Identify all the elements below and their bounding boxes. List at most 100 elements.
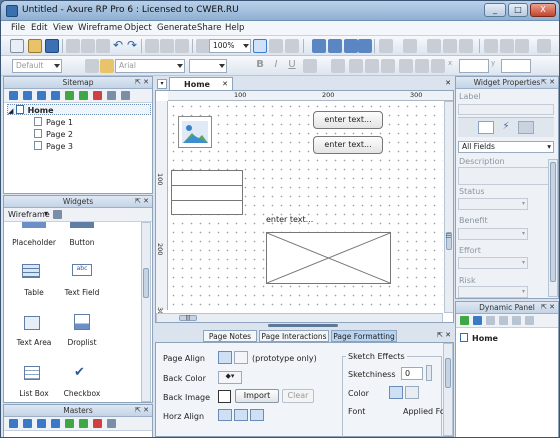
bottom-panel-pin-icon[interactable]: ⇱ ✕	[437, 331, 451, 339]
description-input[interactable]	[458, 167, 554, 185]
grayscale-mode-button[interactable]	[405, 386, 419, 399]
move-down-icon[interactable]	[51, 91, 60, 100]
line-width-icon[interactable]	[427, 39, 441, 53]
select-contained-icon[interactable]	[269, 39, 283, 53]
menu-object[interactable]: Object	[124, 23, 152, 33]
tab-page-formatting[interactable]: Page Formatting	[331, 330, 397, 342]
horz-align-right-button[interactable]	[250, 409, 264, 421]
menu-file[interactable]: File	[11, 23, 25, 33]
cut-icon[interactable]	[66, 39, 80, 53]
distribute-icon[interactable]	[537, 39, 551, 53]
dp-down-icon[interactable]	[499, 316, 508, 325]
tree-item-home[interactable]: ◢ Home	[7, 104, 151, 115]
library-dropdown-icon[interactable]: ▾	[44, 209, 48, 218]
maximize-button[interactable]: □	[508, 3, 528, 17]
effort-select[interactable]: ▾	[458, 257, 528, 269]
font-color-icon[interactable]	[303, 59, 317, 73]
status-select[interactable]: ▾	[458, 198, 528, 210]
new-icon[interactable]	[10, 39, 24, 53]
bold-icon[interactable]: B	[253, 59, 267, 73]
master-indent-icon[interactable]	[65, 419, 74, 428]
sketchiness-slider[interactable]	[426, 365, 432, 381]
underline-icon[interactable]: U	[285, 59, 299, 73]
valign-top-icon[interactable]	[399, 59, 413, 73]
minimize-button[interactable]: _	[484, 3, 506, 17]
valign-middle-icon[interactable]	[415, 59, 429, 73]
menu-view[interactable]: View	[53, 23, 73, 33]
dp-up-icon[interactable]	[486, 316, 495, 325]
indent-icon[interactable]	[65, 91, 74, 100]
listbox-widget-icon[interactable]	[24, 366, 40, 380]
menu-help[interactable]: Help	[225, 23, 244, 33]
line-color-icon[interactable]	[403, 39, 417, 53]
group-icon[interactable]	[160, 39, 174, 53]
textfield-widget-icon[interactable]: abc	[72, 264, 92, 276]
open-icon[interactable]	[28, 39, 42, 53]
menu-generate[interactable]: Generate	[157, 23, 197, 33]
menu-wireframe[interactable]: Wireframe	[78, 23, 122, 33]
fill-color-icon[interactable]	[379, 39, 393, 53]
tab-close-icon[interactable]: ✕	[222, 80, 228, 88]
tree-item-page3[interactable]: Page 3	[34, 141, 73, 151]
line-style-icon[interactable]	[443, 39, 457, 53]
page-type-icon[interactable]	[107, 91, 116, 100]
undo-icon[interactable]: ↶	[111, 39, 125, 53]
ungroup-icon[interactable]	[175, 39, 189, 53]
move-up-icon[interactable]	[37, 91, 46, 100]
text-align-right-icon[interactable]	[381, 59, 395, 73]
zoom-select[interactable]: 100%	[209, 39, 251, 53]
horz-align-center-button[interactable]	[234, 409, 248, 421]
design-canvas[interactable]: 100 200 300 100 200 300 enter text... en…	[155, 90, 454, 323]
editor-close-icon[interactable]: ✕	[445, 79, 451, 87]
master-up-icon[interactable]	[37, 419, 46, 428]
panel-splitter[interactable]	[268, 324, 338, 327]
canvas-scrollbar-v[interactable]: |||	[444, 101, 453, 313]
x-input[interactable]	[459, 59, 489, 73]
interactions-tab-icon[interactable]: ⚡	[498, 121, 514, 134]
y-input[interactable]	[501, 59, 531, 73]
master-down-icon[interactable]	[51, 419, 60, 428]
tab-page-notes[interactable]: Page Notes	[203, 330, 257, 342]
color-mode-button[interactable]	[389, 386, 403, 399]
applied-font-value[interactable]: Applied Fo	[403, 407, 445, 416]
table-widget-icon[interactable]	[22, 264, 40, 278]
paste-icon[interactable]	[96, 39, 110, 53]
format-painter-icon[interactable]	[145, 39, 159, 53]
align-right-icon[interactable]	[515, 39, 529, 53]
annotations-tab-icon[interactable]	[478, 121, 494, 134]
bring-front-icon[interactable]	[312, 39, 326, 53]
align-left-icon[interactable]	[484, 39, 498, 53]
save-icon[interactable]	[45, 39, 59, 53]
delete-master-icon[interactable]	[93, 419, 102, 428]
sketchiness-input[interactable]: 0	[401, 367, 423, 380]
button-widget-icon[interactable]	[70, 222, 94, 228]
checkbox-widget-icon[interactable]: ✔	[74, 366, 88, 380]
image-widget[interactable]	[178, 116, 212, 148]
zoom-icon[interactable]	[196, 39, 210, 53]
page-align-left-button[interactable]	[218, 351, 232, 364]
menu-share[interactable]: Share	[197, 23, 222, 33]
add-master-icon[interactable]	[9, 419, 18, 428]
add-child-icon[interactable]	[23, 91, 32, 100]
text-align-left-icon[interactable]	[349, 59, 363, 73]
placeholder-widget-icon[interactable]	[22, 222, 46, 228]
align-center-icon[interactable]	[500, 39, 514, 53]
tree-item-page1[interactable]: Page 1	[34, 117, 73, 127]
listbox-widget[interactable]	[171, 170, 243, 215]
dp-duplicate-icon[interactable]	[473, 316, 482, 325]
import-button[interactable]: Import	[235, 389, 279, 403]
master-search-icon[interactable]	[107, 419, 116, 428]
benefit-select[interactable]: ▾	[458, 228, 528, 240]
formatting-scrollbar[interactable]	[443, 343, 453, 436]
select-intersected-icon[interactable]	[253, 39, 267, 53]
dp-edit-icon[interactable]	[512, 316, 521, 325]
font-select[interactable]: Arial	[115, 59, 185, 73]
connector-icon[interactable]	[285, 39, 299, 53]
page-align-center-button[interactable]	[234, 351, 248, 364]
horz-align-left-button[interactable]	[218, 409, 232, 421]
tab-list-icon[interactable]: ▾	[157, 79, 167, 89]
placeholder-widget[interactable]	[266, 232, 391, 284]
widgets-scrollbar[interactable]	[141, 222, 151, 402]
fields-select[interactable]: All Fields ▾	[458, 141, 554, 153]
droplist-widget-icon[interactable]	[74, 314, 90, 330]
